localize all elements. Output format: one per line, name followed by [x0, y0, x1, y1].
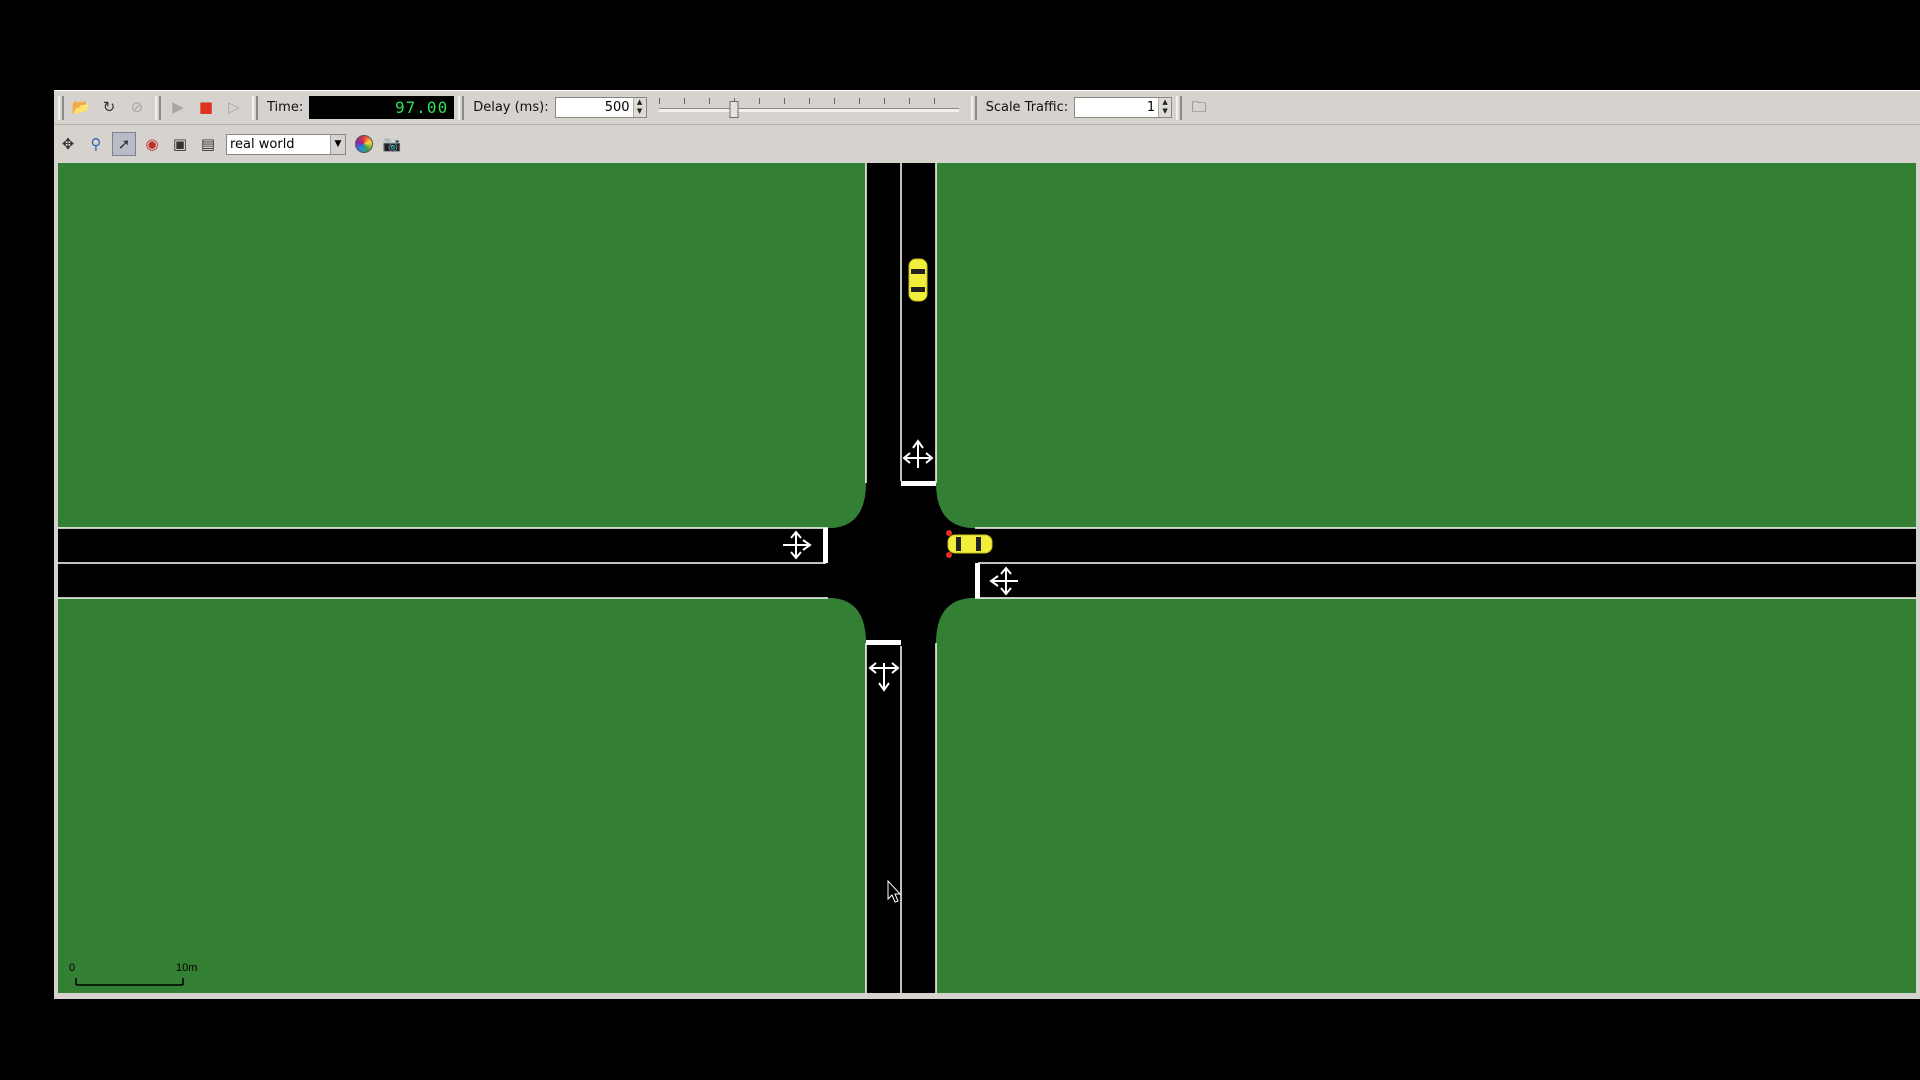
toolbar-grip[interactable]	[252, 95, 258, 120]
delay-slider[interactable]	[658, 96, 959, 120]
delay-spinner[interactable]: 500 ▲ ▼	[554, 97, 647, 118]
stop-icon[interactable]: ■	[194, 96, 218, 120]
toolbar-grip[interactable]	[155, 95, 161, 120]
move-icon[interactable]: ✥	[56, 132, 80, 156]
screenshot-icon[interactable]: 📷	[380, 132, 404, 156]
locate-icon[interactable]: ◉	[140, 132, 164, 156]
network-view[interactable]: 0 10m	[58, 163, 1916, 993]
select-icon[interactable]: ➚	[112, 132, 136, 156]
step-icon[interactable]: ▷	[222, 96, 246, 120]
stop-line	[901, 481, 936, 486]
scale-traffic-value[interactable]: 1	[1075, 100, 1158, 115]
slider-thumb[interactable]	[729, 100, 739, 118]
zoom-icon[interactable]: ⚲	[84, 132, 108, 156]
color-wheel-icon[interactable]	[352, 132, 376, 156]
scale-traffic-label: Scale Traffic:	[985, 100, 1069, 115]
status-bar	[54, 994, 1920, 999]
chevron-down-icon[interactable]: ▼	[330, 134, 345, 154]
toolbar-grip[interactable]	[1176, 95, 1183, 120]
stop-line	[975, 563, 980, 598]
stop-line	[823, 528, 828, 563]
reload-icon[interactable]: ↻	[97, 96, 121, 120]
stop-line	[866, 640, 901, 645]
new-window-icon[interactable]: 🗀	[1187, 96, 1211, 120]
delay-value[interactable]: 500	[556, 100, 633, 115]
view-settings-icon[interactable]: ▤	[196, 132, 220, 156]
edit-breakpoints-icon[interactable]: ▣	[168, 132, 192, 156]
spinner-arrows[interactable]: ▲ ▼	[632, 98, 646, 117]
play-icon[interactable]: ▶	[166, 96, 190, 120]
delay-label: Delay (ms):	[473, 100, 549, 115]
color-scheme-value[interactable]: real world	[227, 137, 330, 152]
toolbar-grip[interactable]	[970, 95, 977, 120]
sumo-gui-window: 📂 ↻ ⊘ ▶ ■ ▷ Time: 97.00 Delay (ms): 500 …	[54, 90, 1920, 999]
time-display: 97.00	[309, 96, 455, 119]
simulation-canvas[interactable]: 0 10m	[58, 163, 1916, 993]
view-toolbar: ✥ ⚲ ➚ ◉ ▣ ▤ real world ▼ 📷	[54, 127, 1920, 161]
junction	[833, 483, 970, 643]
scale-start-label: 0	[69, 962, 75, 974]
close-network-icon[interactable]: ⊘	[125, 96, 149, 120]
toolbar-grip[interactable]	[458, 95, 465, 120]
folder-open-icon[interactable]: 📂	[69, 96, 93, 120]
spinner-arrows[interactable]: ▲ ▼	[1158, 98, 1172, 117]
toolbar-grip[interactable]	[58, 95, 64, 120]
color-scheme-select[interactable]: real world ▼	[226, 133, 346, 155]
slider-ticks	[658, 97, 959, 104]
simulation-toolbar: 📂 ↻ ⊘ ▶ ■ ▷ Time: 97.00 Delay (ms): 500 …	[54, 91, 1920, 125]
time-label: Time:	[267, 100, 304, 115]
scale-traffic-spinner[interactable]: 1 ▲ ▼	[1074, 97, 1173, 118]
vehicle[interactable]	[908, 258, 928, 302]
slider-track[interactable]	[658, 107, 959, 112]
scale-end-label: 10m	[176, 962, 197, 974]
